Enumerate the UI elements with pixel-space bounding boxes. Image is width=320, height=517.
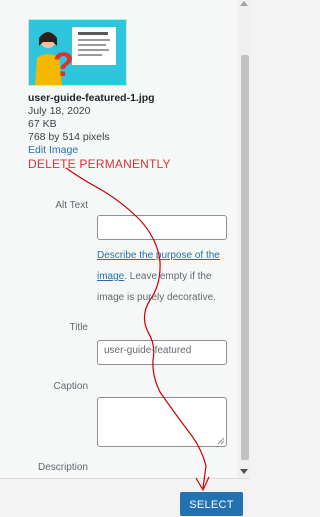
title-input-value: user-guide-featured	[104, 345, 192, 356]
delete-permanently-link[interactable]: DELETE PERMANENTLY	[28, 157, 233, 171]
scroll-down-arrow-icon[interactable]	[240, 469, 248, 474]
select-button[interactable]: SELECT	[180, 492, 243, 516]
scrollbar-thumb[interactable]	[241, 55, 249, 460]
attachment-details-panel: ? user-guide-featured-1.jpg July 18, 202…	[0, 0, 238, 478]
svg-text:?: ?	[53, 46, 74, 84]
caption-textarea[interactable]	[97, 397, 227, 447]
alt-text-help: Describe the purpose of the image. Leave…	[97, 245, 227, 308]
title-label: Title	[69, 322, 88, 333]
description-label: Description	[37, 462, 88, 473]
scroll-up-arrow-icon[interactable]	[240, 1, 248, 6]
attachment-thumbnail[interactable]: ?	[28, 19, 127, 86]
resize-grip-icon[interactable]	[217, 437, 225, 445]
alt-text-input[interactable]	[97, 215, 227, 240]
edit-image-link[interactable]: Edit Image	[28, 144, 233, 157]
caption-label: Caption	[53, 381, 88, 392]
title-input[interactable]: user-guide-featured	[97, 340, 227, 365]
attachment-meta: user-guide-featured-1.jpg July 18, 2020 …	[28, 89, 233, 171]
attachment-dimensions: 768 by 514 pixels	[28, 131, 110, 143]
attachment-filename: user-guide-featured-1.jpg	[28, 92, 155, 104]
attachment-date: July 18, 2020	[28, 105, 91, 117]
attachment-size: 67 KB	[28, 118, 57, 130]
user-guide-illustration-icon: ?	[29, 20, 126, 85]
alt-text-label: Alt Text	[55, 200, 88, 211]
